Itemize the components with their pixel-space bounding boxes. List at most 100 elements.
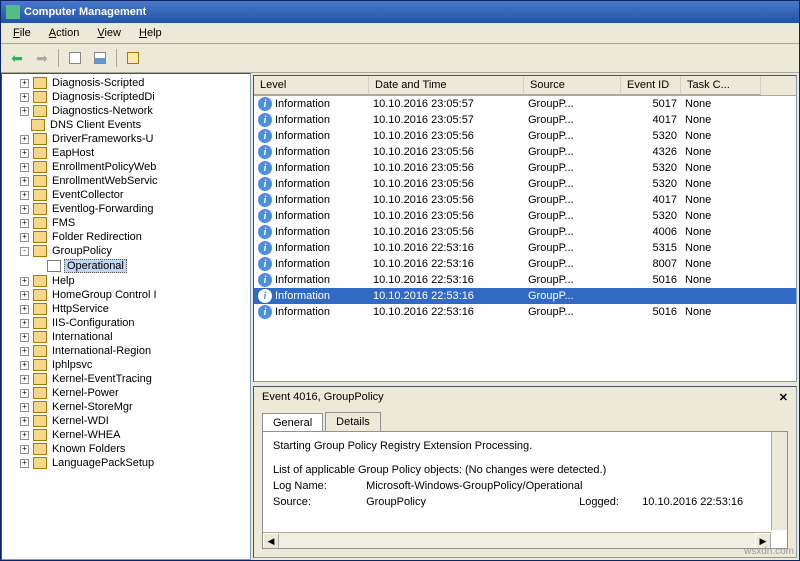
tree-item[interactable]: +Kernel-Power <box>4 386 248 400</box>
tree-item[interactable]: +Diagnosis-Scripted <box>4 76 248 90</box>
folder-icon <box>33 77 47 89</box>
event-row[interactable]: iInformation10.10.2016 23:05:56GroupP...… <box>254 176 796 192</box>
tree-expand-icon[interactable]: + <box>20 333 29 342</box>
tree-item[interactable]: +Help <box>4 274 248 288</box>
tree-item[interactable]: DNS Client Events <box>4 118 248 132</box>
tree-expand-icon[interactable]: + <box>20 389 29 398</box>
toolbar-btn-2[interactable] <box>89 47 111 69</box>
sheet-icon <box>69 52 81 64</box>
close-detail-button[interactable]: ✕ <box>779 391 788 404</box>
event-row[interactable]: iInformation10.10.2016 22:53:16GroupP...… <box>254 272 796 288</box>
tree-expand-icon[interactable]: + <box>20 417 29 426</box>
tree-expand-icon[interactable]: + <box>20 205 29 214</box>
tree-item[interactable]: +HttpService <box>4 302 248 316</box>
detail-vscroll[interactable] <box>771 432 787 530</box>
tree-item[interactable]: + EnrollmentPolicyWeb <box>4 160 248 174</box>
menu-help[interactable]: Help <box>131 25 170 41</box>
scroll-left-icon[interactable]: ◀ <box>263 533 279 549</box>
tree-expand-icon[interactable]: + <box>20 431 29 440</box>
tree-item[interactable]: +EapHost <box>4 146 248 160</box>
tree-expand-icon[interactable]: + <box>20 177 29 186</box>
menu-file[interactable]: File <box>5 25 39 41</box>
tree-expand-icon[interactable]: + <box>20 135 29 144</box>
tree-item[interactable]: +Eventlog-Forwarding <box>4 202 248 216</box>
tree-expand-icon[interactable]: + <box>20 191 29 200</box>
event-row[interactable]: iInformation10.10.2016 23:05:57GroupP...… <box>254 112 796 128</box>
tree-expand-icon[interactable]: + <box>20 79 29 88</box>
tree-expand-icon[interactable]: + <box>20 219 29 228</box>
event-row[interactable]: iInformation10.10.2016 22:53:16GroupP... <box>254 288 796 304</box>
tree-expand-icon[interactable]: + <box>20 277 29 286</box>
detail-hscroll[interactable]: ◀ ▶ <box>263 532 771 548</box>
event-row[interactable]: iInformation10.10.2016 22:53:16GroupP...… <box>254 304 796 320</box>
tree-expand-icon[interactable]: + <box>20 361 29 370</box>
tree-expand-icon[interactable]: + <box>20 305 29 314</box>
back-button[interactable]: ⬅ <box>6 47 28 69</box>
tree-expand-icon[interactable]: + <box>20 291 29 300</box>
tree-expand-icon[interactable]: + <box>20 93 29 102</box>
source-value: GroupPolicy <box>366 496 576 508</box>
tree-expand-icon[interactable]: + <box>20 149 29 158</box>
tree-item[interactable]: +Diagnostics-Network <box>4 104 248 118</box>
tree-expand-icon[interactable]: + <box>20 459 29 468</box>
col-header-eventid[interactable]: Event ID <box>621 76 681 95</box>
tree-item[interactable]: +International <box>4 330 248 344</box>
event-row[interactable]: iInformation10.10.2016 22:53:16GroupP...… <box>254 240 796 256</box>
tree-expand-icon[interactable]: + <box>20 347 29 356</box>
col-header-source[interactable]: Source <box>524 76 621 95</box>
tree-item[interactable]: +LanguagePackSetup <box>4 456 248 470</box>
menu-view[interactable]: View <box>89 25 129 41</box>
tree-item[interactable]: +International-Region <box>4 344 248 358</box>
tab-general[interactable]: General <box>262 413 323 432</box>
event-row[interactable]: iInformation10.10.2016 22:53:16GroupP...… <box>254 256 796 272</box>
scroll-track[interactable] <box>279 533 755 548</box>
tree-item[interactable]: +EnrollmentWebServic <box>4 174 248 188</box>
tree-item[interactable]: +Diagnosis-ScriptedDi <box>4 90 248 104</box>
col-header-level[interactable]: Level <box>254 76 369 95</box>
tree-item[interactable]: +HomeGroup Control I <box>4 288 248 302</box>
tree-expand-icon[interactable]: + <box>20 445 29 454</box>
tree-expand-icon[interactable]: + <box>20 163 29 172</box>
event-row[interactable]: iInformation10.10.2016 23:05:56GroupP...… <box>254 224 796 240</box>
tree-item[interactable]: +Kernel-StoreMgr <box>4 400 248 414</box>
eventid-cell: 4017 <box>621 193 681 207</box>
tree-expand-icon[interactable]: + <box>20 319 29 328</box>
tree-item-label: EnrollmentPolicyWeb <box>50 161 158 173</box>
forward-button[interactable]: ➡ <box>31 47 53 69</box>
tree-item[interactable]: + IIS-Configuration <box>4 316 248 330</box>
tree-item[interactable]: +Kernel-WHEA <box>4 428 248 442</box>
tree-panel[interactable]: +Diagnosis-Scripted+Diagnosis-ScriptedDi… <box>1 73 251 560</box>
col-header-task[interactable]: Task C... <box>681 76 761 95</box>
event-row[interactable]: iInformation10.10.2016 23:05:56GroupP...… <box>254 192 796 208</box>
tree-item[interactable]: +EventCollector <box>4 188 248 202</box>
toolbar-btn-3[interactable] <box>122 47 144 69</box>
tree-item-label: IIS-Configuration <box>50 317 137 329</box>
col-header-date[interactable]: Date and Time <box>369 76 524 95</box>
tree-item[interactable]: +Known Folders <box>4 442 248 456</box>
menu-action[interactable]: Action <box>41 25 88 41</box>
tree-expand-icon[interactable]: - <box>20 247 29 256</box>
folder-icon <box>33 91 47 103</box>
tree-expand-icon[interactable]: + <box>20 233 29 242</box>
event-row[interactable]: iInformation10.10.2016 23:05:56GroupP...… <box>254 208 796 224</box>
tree-item[interactable]: +Folder Redirection <box>4 230 248 244</box>
tree-expand-icon[interactable]: + <box>20 107 29 116</box>
event-row[interactable]: iInformation10.10.2016 23:05:56GroupP...… <box>254 160 796 176</box>
tree-expand-icon[interactable]: + <box>20 375 29 384</box>
tree-item[interactable]: +FMS <box>4 216 248 230</box>
tree-item[interactable]: +Kernel-EventTracing <box>4 372 248 386</box>
tree-item[interactable]: +Kernel-WDI <box>4 414 248 428</box>
toolbar-btn-1[interactable] <box>64 47 86 69</box>
tree-item[interactable]: +DriverFrameworks-U <box>4 132 248 146</box>
event-list[interactable]: Level Date and Time Source Event ID Task… <box>253 75 797 382</box>
tree-item[interactable]: Operational <box>4 258 248 274</box>
tree-expand-icon[interactable]: + <box>20 403 29 412</box>
list-header[interactable]: Level Date and Time Source Event ID Task… <box>254 76 796 96</box>
tab-details[interactable]: Details <box>325 412 381 431</box>
event-row[interactable]: iInformation10.10.2016 23:05:56GroupP...… <box>254 144 796 160</box>
event-row[interactable]: iInformation10.10.2016 23:05:57GroupP...… <box>254 96 796 112</box>
event-row[interactable]: iInformation10.10.2016 23:05:56GroupP...… <box>254 128 796 144</box>
task-cell: None <box>681 241 761 255</box>
tree-item[interactable]: -GroupPolicy <box>4 244 248 258</box>
tree-item[interactable]: +Iphlpsvc <box>4 358 248 372</box>
